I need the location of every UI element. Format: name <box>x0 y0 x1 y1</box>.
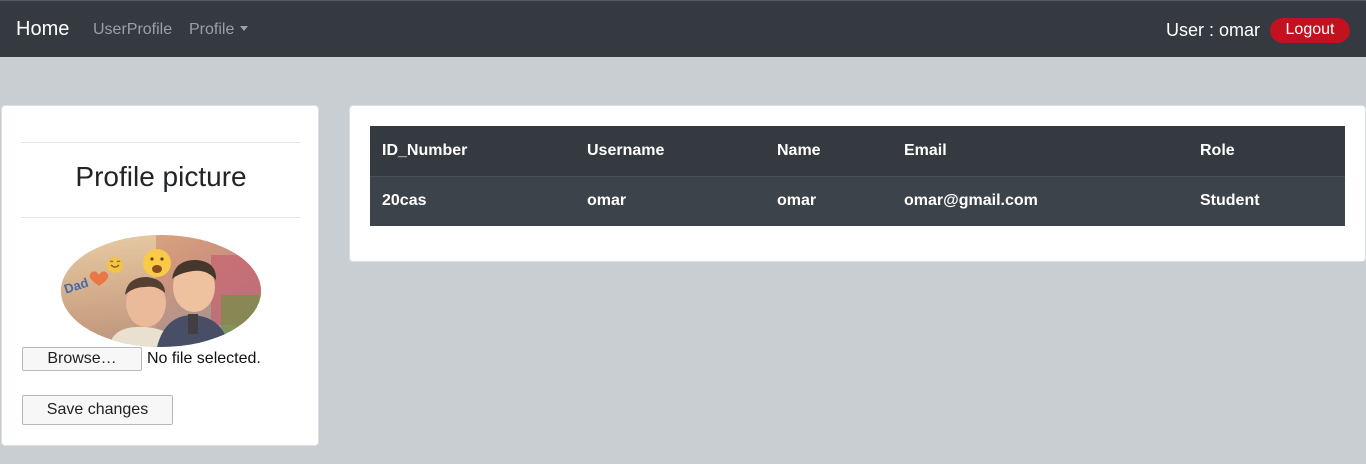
divider <box>21 142 300 143</box>
logout-button[interactable]: Logout <box>1270 18 1350 43</box>
column-header-username: Username <box>575 126 765 177</box>
profile-photo-image: Dad <box>61 235 261 347</box>
user-info-table: ID_Number Username Name Email Role 20cas… <box>370 126 1345 226</box>
table-row: 20cas omar omar omar@gmail.com Student <box>370 176 1345 226</box>
nav-profile-dropdown[interactable]: Profile <box>189 20 249 40</box>
cell-username: omar <box>587 192 627 210</box>
top-navbar: Home UserProfile Profile User : omar Log… <box>0 0 1366 57</box>
current-user-label: User : omar <box>1166 20 1261 40</box>
column-header-email: Email <box>892 126 1188 177</box>
cell-name: omar <box>777 192 817 210</box>
column-header-role: Role <box>1188 126 1345 177</box>
nav-home-link[interactable]: Home <box>16 17 69 41</box>
column-header-id-number: ID_Number <box>370 126 575 177</box>
cell-email: omar@gmail.com <box>904 192 1038 210</box>
file-status-text: No file selected. <box>147 350 261 367</box>
user-info-card: ID_Number Username Name Email Role 20cas… <box>349 105 1366 262</box>
avatar: Dad <box>61 235 261 347</box>
cell-id-number: 20cas <box>382 192 427 210</box>
nav-userprofile-link[interactable]: UserProfile <box>93 20 172 40</box>
divider <box>21 217 300 218</box>
card-title: Profile picture <box>75 161 247 192</box>
browse-file-button[interactable]: Browse… <box>22 347 142 371</box>
cell-role: Student <box>1200 192 1260 210</box>
profile-picture-card: Profile picture Dad Browse… No file sele… <box>1 105 319 446</box>
table-header-row: ID_Number Username Name Email Role <box>370 126 1345 177</box>
column-header-name: Name <box>765 126 892 177</box>
save-changes-button[interactable]: Save changes <box>22 395 173 425</box>
caret-down-icon <box>240 26 249 31</box>
nav-profile-label: Profile <box>189 21 235 38</box>
